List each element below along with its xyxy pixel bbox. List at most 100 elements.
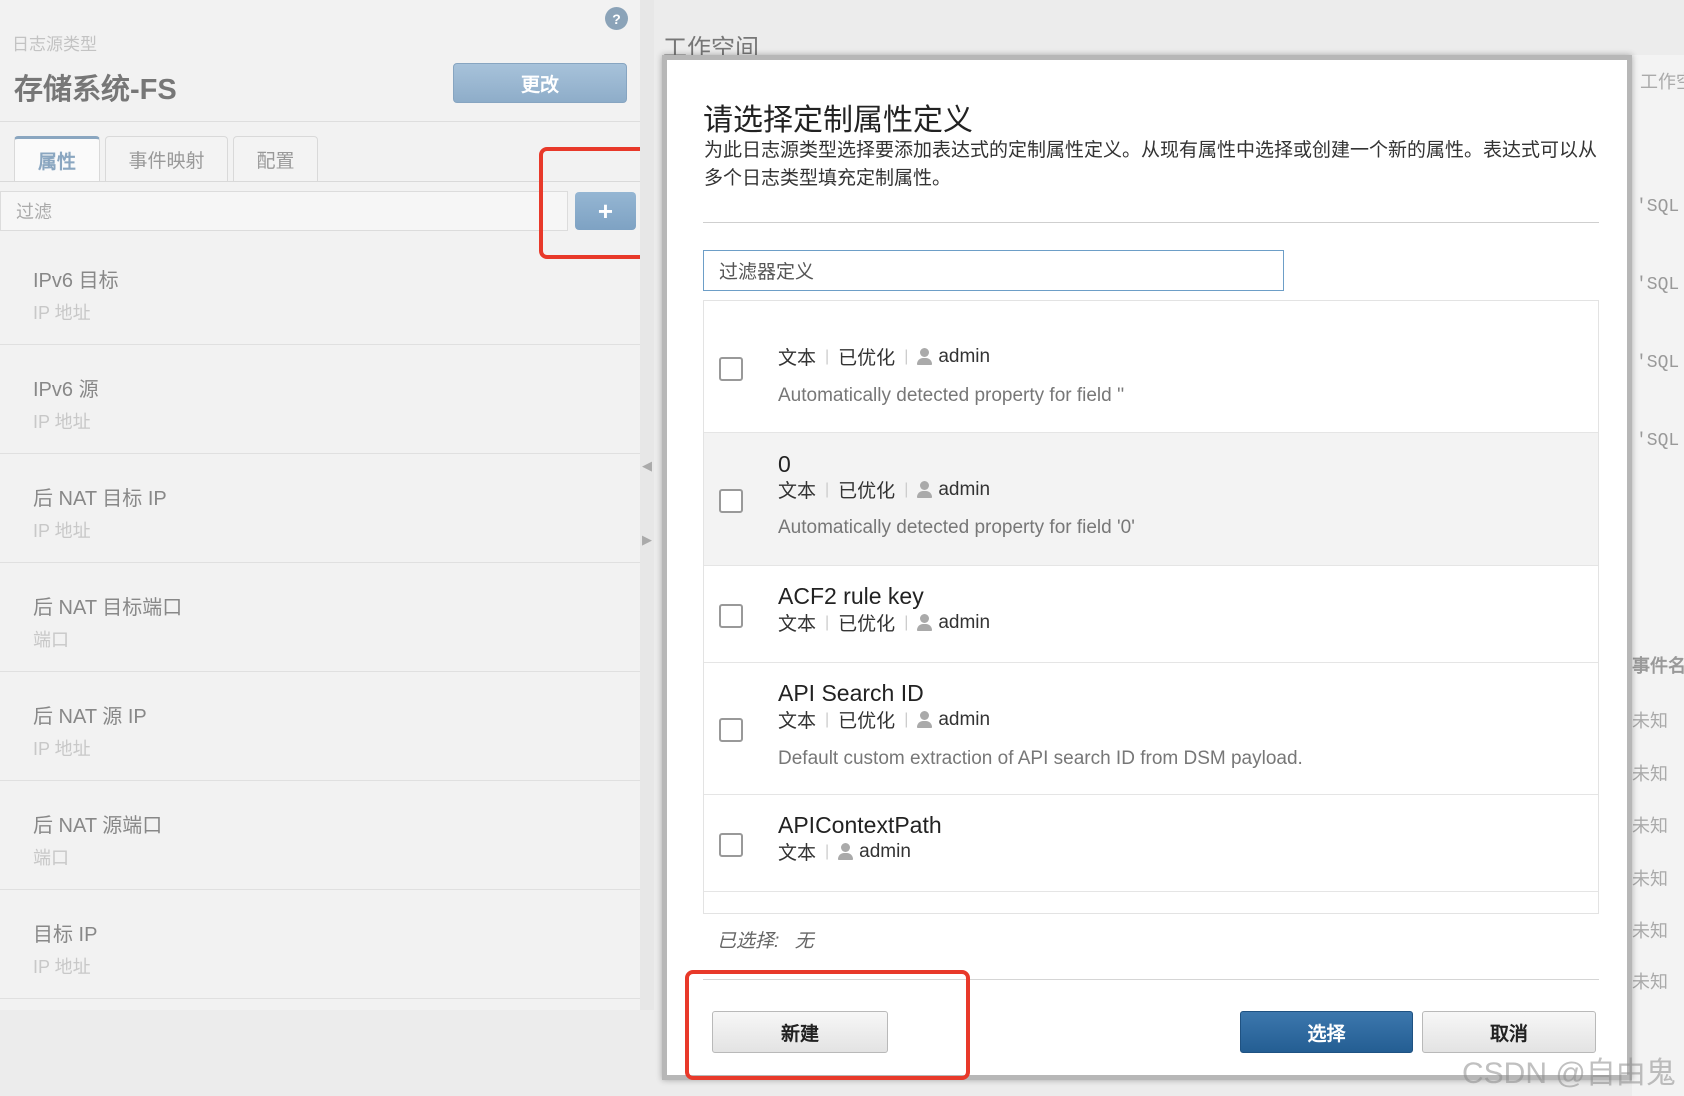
list-item[interactable]: API Search ID 文本 | 已优化 | admin Default c… xyxy=(704,663,1598,795)
definition-meta: 文本 | 已优化 | admin xyxy=(778,343,990,370)
property-type: IP 地址 xyxy=(33,739,91,759)
table-cell: 未知 xyxy=(1632,869,1668,889)
property-type: IP 地址 xyxy=(33,303,91,323)
list-item[interactable]: 后 NAT 源 IP IP 地址 xyxy=(0,672,640,781)
select-button[interactable]: 选择 xyxy=(1240,1011,1413,1053)
divider xyxy=(0,121,640,122)
definition-description: Default custom extraction of API search … xyxy=(778,748,1303,769)
selected-value: 无 xyxy=(794,931,814,952)
log-source-type-name: 存储系统-FS xyxy=(14,74,177,106)
selected-summary: 已选择: 无 xyxy=(717,926,814,953)
property-name: 后 NAT 源 IP xyxy=(33,706,147,728)
property-name: 后 NAT 源端口 xyxy=(33,815,163,837)
sql-snippet: 'SQL xyxy=(1636,197,1680,217)
property-name: 后 NAT 目标 IP xyxy=(33,488,167,510)
property-name: IPv6 目标 xyxy=(33,270,119,292)
collapse-left-icon[interactable]: ◀ xyxy=(642,458,652,474)
property-type: IP 地址 xyxy=(33,957,91,977)
definition-checkbox[interactable] xyxy=(719,357,743,381)
divider xyxy=(703,222,1599,223)
definition-filter-input[interactable]: 过滤器定义 xyxy=(703,250,1284,291)
event-name-header: 事件名 xyxy=(1632,656,1684,676)
tab-properties[interactable]: 属性 xyxy=(14,136,100,182)
property-name: 目标 IP xyxy=(33,924,98,946)
definition-meta: 文本 | 已优化 | admin xyxy=(778,706,990,733)
meta-separator: | xyxy=(825,347,830,365)
meta-separator: | xyxy=(825,480,830,498)
highlight-annotation xyxy=(539,147,654,259)
definition-meta: 文本 | 已优化 | admin xyxy=(778,609,990,636)
property-type: IP 地址 xyxy=(33,412,91,432)
meta-separator: | xyxy=(904,710,909,728)
definition-owner: admin xyxy=(859,840,911,862)
property-filter-input[interactable]: 过滤 xyxy=(0,191,568,231)
property-name: IPv6 源 xyxy=(33,379,99,401)
meta-separator: | xyxy=(825,613,830,631)
list-item[interactable]: 0 文本 | 已优化 | admin Automatically detecte… xyxy=(704,433,1598,566)
table-cell: 未知 xyxy=(1632,711,1668,731)
definition-checkbox[interactable] xyxy=(719,833,743,857)
definition-type: 文本 xyxy=(778,614,817,635)
property-list: IPv6 目标 IP 地址 IPv6 源 IP 地址 后 NAT 目标 IP I… xyxy=(0,236,640,999)
list-item[interactable]: 后 NAT 目标端口 端口 xyxy=(0,563,640,672)
definition-checkbox[interactable] xyxy=(719,489,743,513)
definition-owner: admin xyxy=(938,345,991,367)
sql-snippet: 'SQL xyxy=(1636,275,1680,295)
property-type: 端口 xyxy=(33,848,69,868)
log-source-type-label: 日志源类型 xyxy=(12,35,97,54)
expand-right-icon[interactable]: ▶ xyxy=(642,532,652,548)
user-icon xyxy=(917,613,933,632)
definition-name: ACF2 rule key xyxy=(778,583,924,609)
change-button[interactable]: 更改 xyxy=(453,63,627,103)
definition-type: 文本 xyxy=(778,843,817,864)
meta-separator: | xyxy=(904,613,909,631)
list-item[interactable]: ACF2 rule key 文本 | 已优化 | admin xyxy=(704,566,1598,663)
definition-checkbox[interactable] xyxy=(719,718,743,742)
definition-meta: 文本 | admin xyxy=(778,838,911,865)
definition-owner: admin xyxy=(938,478,991,500)
meta-separator: | xyxy=(904,480,909,498)
dialog-description: 为此日志源类型选择要添加表达式的定制属性定义。从现有属性中选择或创建一个新的属性… xyxy=(704,140,1598,189)
list-item[interactable]: 后 NAT 源端口 端口 xyxy=(0,781,640,890)
meta-separator: | xyxy=(825,842,830,860)
list-item[interactable]: 文本 | 已优化 | admin Automatically detected … xyxy=(704,301,1598,433)
definition-type: 文本 xyxy=(778,481,817,502)
definition-name: API Search ID xyxy=(778,680,924,706)
definition-type: 文本 xyxy=(778,348,817,369)
table-cell: 未知 xyxy=(1632,972,1668,992)
property-name: 后 NAT 目标端口 xyxy=(33,597,183,619)
definition-type: 文本 xyxy=(778,711,817,732)
definition-meta: 文本 | 已优化 | admin xyxy=(778,476,990,503)
table-cell: 未知 xyxy=(1632,764,1668,784)
definition-name: 0 xyxy=(778,451,791,477)
list-item[interactable]: APIContextPath 文本 | admin xyxy=(704,795,1598,892)
highlight-annotation xyxy=(685,970,970,1080)
list-item[interactable]: 目标 IP IP 地址 xyxy=(0,890,640,999)
cancel-button[interactable]: 取消 xyxy=(1422,1011,1596,1053)
table-cell: 未知 xyxy=(1632,921,1668,941)
user-icon xyxy=(917,480,933,499)
list-item[interactable]: IPv6 源 IP 地址 xyxy=(0,345,640,454)
meta-separator: | xyxy=(904,347,909,365)
meta-separator: | xyxy=(825,710,830,728)
panel-splitter[interactable] xyxy=(640,0,654,1010)
definition-list: 文本 | 已优化 | admin Automatically detected … xyxy=(703,300,1599,914)
user-icon xyxy=(838,842,854,861)
definition-owner: admin xyxy=(938,708,991,730)
workspace-header: 工作空 xyxy=(1640,72,1684,92)
definition-optimized: 已优化 xyxy=(838,348,896,369)
custom-property-dialog: 请选择定制属性定义 为此日志源类型选择要添加表达式的定制属性定义。从现有属性中选… xyxy=(662,55,1632,1080)
user-icon xyxy=(917,710,933,729)
user-icon xyxy=(917,347,933,366)
tab-event-mapping[interactable]: 事件映射 xyxy=(105,136,228,182)
property-type: 端口 xyxy=(33,630,69,650)
definition-checkbox[interactable] xyxy=(719,604,743,628)
help-icon[interactable]: ? xyxy=(605,7,628,30)
list-item[interactable]: 后 NAT 目标 IP IP 地址 xyxy=(0,454,640,563)
definition-optimized: 已优化 xyxy=(838,711,896,732)
definition-optimized: 已优化 xyxy=(838,614,896,635)
definition-description: Automatically detected property for fiel… xyxy=(778,385,1125,406)
definition-owner: admin xyxy=(938,611,991,633)
definition-optimized: 已优化 xyxy=(838,481,896,502)
tab-configuration[interactable]: 配置 xyxy=(233,136,318,182)
